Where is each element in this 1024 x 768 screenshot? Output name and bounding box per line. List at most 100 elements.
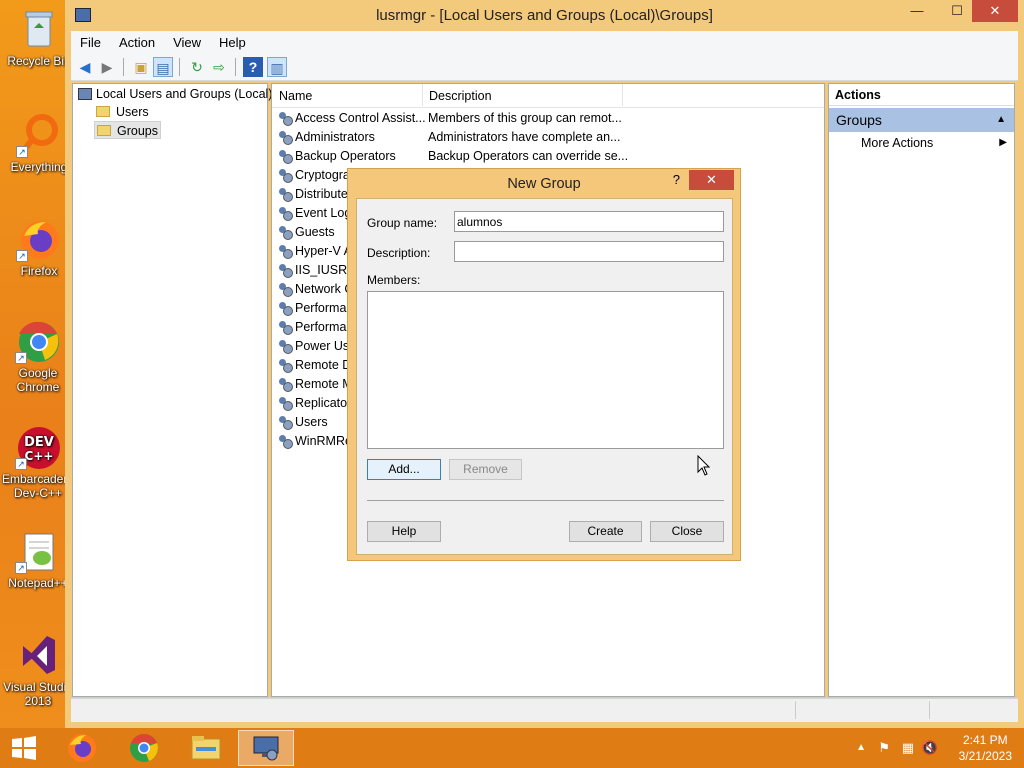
taskbar-clock[interactable]: 2:41 PM 3/21/2023 bbox=[959, 732, 1012, 764]
members-list[interactable] bbox=[367, 291, 724, 449]
refresh-icon[interactable]: ↻ bbox=[187, 57, 207, 77]
folder-icon bbox=[97, 125, 111, 136]
menu-file[interactable]: File bbox=[71, 35, 110, 50]
list-item[interactable]: Cryptogra bbox=[278, 166, 350, 185]
svg-text:C++: C++ bbox=[25, 449, 54, 463]
volume-muted-icon[interactable]: 🔇 bbox=[922, 740, 938, 756]
taskbar-lusrmgr[interactable] bbox=[238, 730, 294, 766]
visual-studio-icon bbox=[15, 632, 61, 678]
group-icon bbox=[278, 168, 293, 183]
members-label: Members: bbox=[367, 273, 421, 287]
status-divider bbox=[929, 701, 930, 719]
column-divider[interactable] bbox=[422, 84, 423, 106]
actions-group-groups[interactable]: Groups ▲ bbox=[829, 108, 1014, 132]
list-item[interactable]: Remote M bbox=[278, 375, 353, 394]
menu-bar: File Action View Help bbox=[71, 31, 1018, 53]
list-item[interactable]: Network C bbox=[278, 280, 353, 299]
dialog-help-button[interactable]: ? bbox=[673, 172, 680, 187]
close-button[interactable]: ✕ bbox=[972, 0, 1018, 22]
show-hidden-icons-icon[interactable]: ▲ bbox=[856, 742, 866, 753]
show-hide-action-pane-icon[interactable]: ▥ bbox=[267, 57, 287, 77]
toolbar-separator bbox=[123, 58, 124, 76]
column-header-description[interactable]: Description bbox=[429, 89, 492, 103]
group-icon bbox=[278, 434, 293, 449]
help-icon[interactable]: ? bbox=[243, 57, 263, 77]
column-divider[interactable] bbox=[622, 84, 623, 106]
start-button[interactable] bbox=[0, 730, 48, 766]
group-name: Distribute bbox=[295, 187, 348, 201]
list-item[interactable]: Administrators Administrators have comple… bbox=[278, 128, 620, 147]
chrome-icon bbox=[130, 734, 158, 762]
toolbar-separator bbox=[179, 58, 180, 76]
group-description: Members of this group can remot... bbox=[428, 111, 622, 125]
list-item[interactable]: Performar bbox=[278, 318, 351, 337]
list-item[interactable]: Backup Operators Backup Operators can ove… bbox=[278, 147, 628, 166]
add-button[interactable]: Add... bbox=[367, 459, 441, 480]
desktop-icon-label: Everything bbox=[10, 160, 68, 174]
list-item[interactable]: WinRMRe bbox=[278, 432, 352, 451]
collapse-up-icon[interactable]: ▲ bbox=[996, 108, 1006, 132]
maximize-button[interactable]: ☐ bbox=[942, 0, 972, 22]
group-icon bbox=[278, 244, 293, 259]
clock-date: 3/21/2023 bbox=[958, 749, 1012, 763]
export-list-icon[interactable]: ⇨ bbox=[209, 57, 229, 77]
network-icon[interactable]: ▦ bbox=[902, 740, 914, 756]
status-divider bbox=[795, 701, 796, 719]
taskbar-chrome[interactable] bbox=[116, 730, 172, 766]
lusrmgr-icon bbox=[253, 736, 279, 761]
group-icon bbox=[278, 396, 293, 411]
desktop-icon-label: Notepad++ bbox=[8, 576, 68, 590]
group-name: Remote M bbox=[295, 377, 353, 391]
list-item[interactable]: Access Control Assist... Members of this … bbox=[278, 109, 622, 128]
group-icon bbox=[278, 415, 293, 430]
minimize-button[interactable]: — bbox=[902, 0, 932, 22]
group-name: Backup Operators bbox=[295, 149, 396, 163]
column-header-name[interactable]: Name bbox=[279, 89, 312, 103]
devcpp-icon: DEV C++ ↗ bbox=[15, 424, 61, 470]
tree-root[interactable]: Local Users and Groups (Local) bbox=[78, 85, 272, 103]
firefox-icon: ↗ bbox=[16, 216, 62, 262]
submenu-arrow-icon: ▶ bbox=[999, 137, 1007, 148]
menu-help[interactable]: Help bbox=[210, 35, 255, 50]
list-item[interactable]: Event Log bbox=[278, 204, 351, 223]
back-arrow-icon[interactable]: ◀ bbox=[75, 57, 95, 77]
list-item[interactable]: IIS_IUSRS bbox=[278, 261, 355, 280]
group-name-label: Group name: bbox=[367, 216, 438, 230]
shortcut-arrow-icon: ↗ bbox=[16, 146, 28, 158]
group-name: Network C bbox=[295, 282, 354, 296]
list-item[interactable]: Remote D bbox=[278, 356, 351, 375]
group-name: Remote D bbox=[295, 358, 352, 372]
desktop-icon-label: Visual Studio 2013 bbox=[3, 680, 73, 708]
group-icon bbox=[278, 339, 293, 354]
tree-item-label: Groups bbox=[117, 124, 158, 138]
create-button[interactable]: Create bbox=[569, 521, 642, 542]
taskbar-firefox[interactable] bbox=[54, 730, 110, 766]
group-icon bbox=[278, 263, 293, 278]
tree-item-groups[interactable]: Groups bbox=[94, 121, 161, 139]
menu-view[interactable]: View bbox=[164, 35, 210, 50]
menu-action[interactable]: Action bbox=[110, 35, 164, 50]
list-item[interactable]: Replicator bbox=[278, 394, 351, 413]
list-item[interactable]: Hyper-V A bbox=[278, 242, 352, 261]
list-item[interactable]: Distribute bbox=[278, 185, 348, 204]
forward-arrow-icon[interactable]: ▶ bbox=[97, 57, 117, 77]
tree-item-users[interactable]: Users bbox=[96, 103, 149, 121]
list-item[interactable]: Power Use bbox=[278, 337, 356, 356]
show-hide-tree-icon[interactable]: ▤ bbox=[153, 57, 173, 77]
remove-button[interactable]: Remove bbox=[449, 459, 522, 480]
taskbar-file-explorer[interactable] bbox=[178, 730, 234, 766]
list-item[interactable]: Users bbox=[278, 413, 328, 432]
list-header: Name Description bbox=[272, 84, 824, 108]
description-field[interactable] bbox=[454, 241, 724, 262]
dialog-close-button[interactable]: ✕ bbox=[689, 170, 734, 190]
up-folder-icon[interactable]: ▣ bbox=[131, 57, 151, 77]
more-actions-label: More Actions bbox=[861, 136, 934, 150]
more-actions-item[interactable]: More Actions bbox=[861, 136, 933, 150]
group-name-field[interactable] bbox=[454, 211, 724, 232]
list-item[interactable]: Performar bbox=[278, 299, 351, 318]
action-center-flag-icon[interactable]: ⚑ bbox=[878, 740, 890, 756]
close-dialog-button[interactable]: Close bbox=[650, 521, 724, 542]
help-button[interactable]: Help bbox=[367, 521, 441, 542]
title-bar[interactable]: lusrmgr - [Local Users and Groups (Local… bbox=[65, 0, 1024, 31]
list-item[interactable]: Guests bbox=[278, 223, 335, 242]
